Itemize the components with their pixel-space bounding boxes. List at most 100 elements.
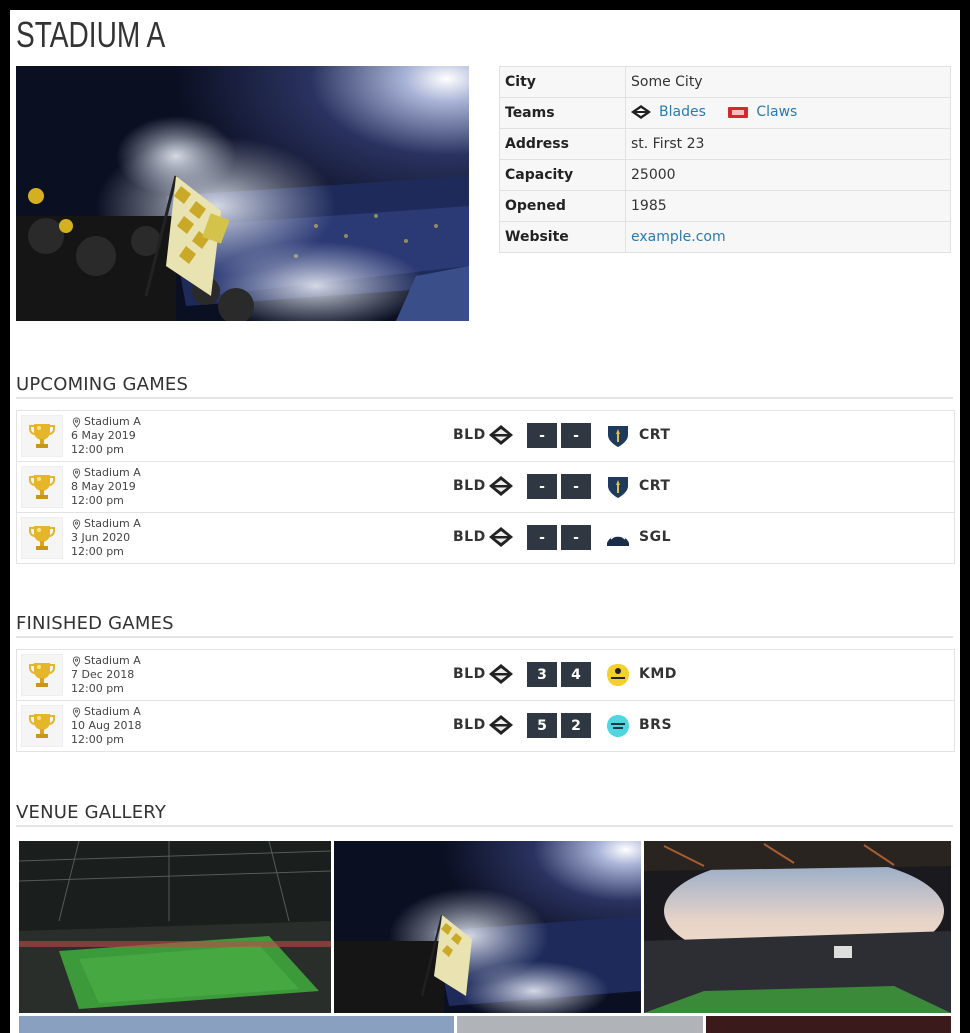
diamond-badge-icon [489,664,513,684]
location-pin-icon [72,467,81,479]
website-label: Website [499,221,626,253]
home-score: - [527,423,557,448]
game-row[interactable]: Stadium A 8 May 2019 12:00 pm BLD - - CR… [17,462,954,513]
red-claw-icon [728,106,749,118]
away-score: 4 [561,662,591,687]
location-pin-icon [72,416,81,428]
game-venue: Stadium A [84,705,141,718]
location-pin-icon [72,655,81,667]
page-title: STADIUM A [16,14,166,55]
venue-gallery-heading: VENUE GALLERY [16,802,953,827]
trophy-icon [21,654,63,696]
city-value: Some City [625,66,951,98]
shield-icon [608,477,628,498]
yellow-blob-icon [607,664,629,686]
game-date: 8 May 2019 [71,480,136,493]
away-score: - [561,474,591,499]
eagle-icon [607,535,629,546]
home-score: - [527,474,557,499]
home-team-abbr: BLD [453,529,486,545]
team-name-blades: Blades [659,103,706,120]
team-link-claws[interactable]: Claws [728,104,797,120]
capacity-label: Capacity [499,159,626,191]
city-label: City [499,66,626,98]
teams-label: Teams [499,97,626,129]
trophy-icon [21,466,63,508]
game-time: 12:00 pm [71,443,124,456]
info-row-city: City Some City [499,66,951,98]
away-team-abbr: BRS [639,717,673,733]
game-venue: Stadium A [84,517,141,530]
home-score: 5 [527,713,557,738]
gallery-image[interactable] [706,1016,951,1033]
game-venue: Stadium A [84,466,141,479]
upcoming-games-list: Stadium A 6 May 2019 12:00 pm BLD - - CR… [16,410,955,564]
info-row-address: Address st. First 23 [499,128,951,160]
away-score: - [561,525,591,550]
game-date: 3 Jun 2020 [71,531,131,544]
away-score: 2 [561,713,591,738]
game-meta: Stadium A 6 May 2019 12:00 pm [71,415,141,457]
gallery-image[interactable] [19,841,331,1013]
home-score: - [527,525,557,550]
team-link-blades[interactable]: Blades [631,104,706,120]
home-team-abbr: BLD [453,427,486,443]
game-meta: Stadium A 10 Aug 2018 12:00 pm [71,705,141,747]
gallery-image[interactable] [19,1016,454,1033]
game-date: 7 Dec 2018 [71,668,135,681]
game-row[interactable]: Stadium A 7 Dec 2018 12:00 pm BLD 3 4 KM… [17,650,954,701]
home-team-abbr: BLD [453,478,486,494]
home-team-abbr: BLD [453,717,486,733]
home-team-abbr: BLD [453,666,486,682]
info-row-teams: Teams Blades Claws [499,97,951,129]
gallery-image[interactable] [334,841,641,1013]
diamond-badge-icon [631,104,651,119]
address-label: Address [499,128,626,160]
info-row-capacity: Capacity 25000 [499,159,951,191]
venue-info-table: City Some City Teams Blades Claws Addres… [499,66,951,253]
teams-value: Blades Claws [625,97,951,129]
gallery-image[interactable] [457,1016,703,1033]
away-team-abbr: KMD [639,666,677,682]
game-time: 12:00 pm [71,682,124,695]
venue-gallery [19,841,954,1033]
game-row[interactable]: Stadium A 3 Jun 2020 12:00 pm BLD - - SG… [17,513,954,563]
diamond-badge-icon [489,715,513,735]
location-pin-icon [72,518,81,530]
away-team-abbr: SGL [639,529,671,545]
game-time: 12:00 pm [71,545,124,558]
capacity-value: 25000 [625,159,951,191]
game-time: 12:00 pm [71,733,124,746]
team-name-claws: Claws [756,103,798,120]
diamond-badge-icon [489,425,513,445]
game-meta: Stadium A 8 May 2019 12:00 pm [71,466,141,508]
cyan-blob-icon [607,715,629,737]
game-time: 12:00 pm [71,494,124,507]
page: STADIUM A City Some City Teams Blades Cl… [10,10,960,1033]
stadium-photo [16,66,469,321]
game-venue: Stadium A [84,415,141,428]
address-value: st. First 23 [625,128,951,160]
opened-value: 1985 [625,190,951,222]
upcoming-games-heading: UPCOMING GAMES [16,374,953,399]
game-venue: Stadium A [84,654,141,667]
gallery-image[interactable] [644,841,951,1013]
game-date: 10 Aug 2018 [71,719,142,732]
home-score: 3 [527,662,557,687]
trophy-icon [21,705,63,747]
diamond-badge-icon [489,527,513,547]
game-meta: Stadium A 3 Jun 2020 12:00 pm [71,517,141,559]
finished-games-list: Stadium A 7 Dec 2018 12:00 pm BLD 3 4 KM… [16,649,955,752]
away-team-abbr: CRT [639,478,671,494]
game-row[interactable]: Stadium A 10 Aug 2018 12:00 pm BLD 5 2 B… [17,701,954,751]
trophy-icon [21,517,63,559]
shield-icon [608,426,628,447]
game-date: 6 May 2019 [71,429,136,442]
info-row-opened: Opened 1985 [499,190,951,222]
game-row[interactable]: Stadium A 6 May 2019 12:00 pm BLD - - CR… [17,411,954,462]
website-cell: example.com [625,221,951,253]
finished-games-heading: FINISHED GAMES [16,613,953,638]
website-link[interactable]: example.com [631,229,726,245]
location-pin-icon [72,706,81,718]
opened-label: Opened [499,190,626,222]
